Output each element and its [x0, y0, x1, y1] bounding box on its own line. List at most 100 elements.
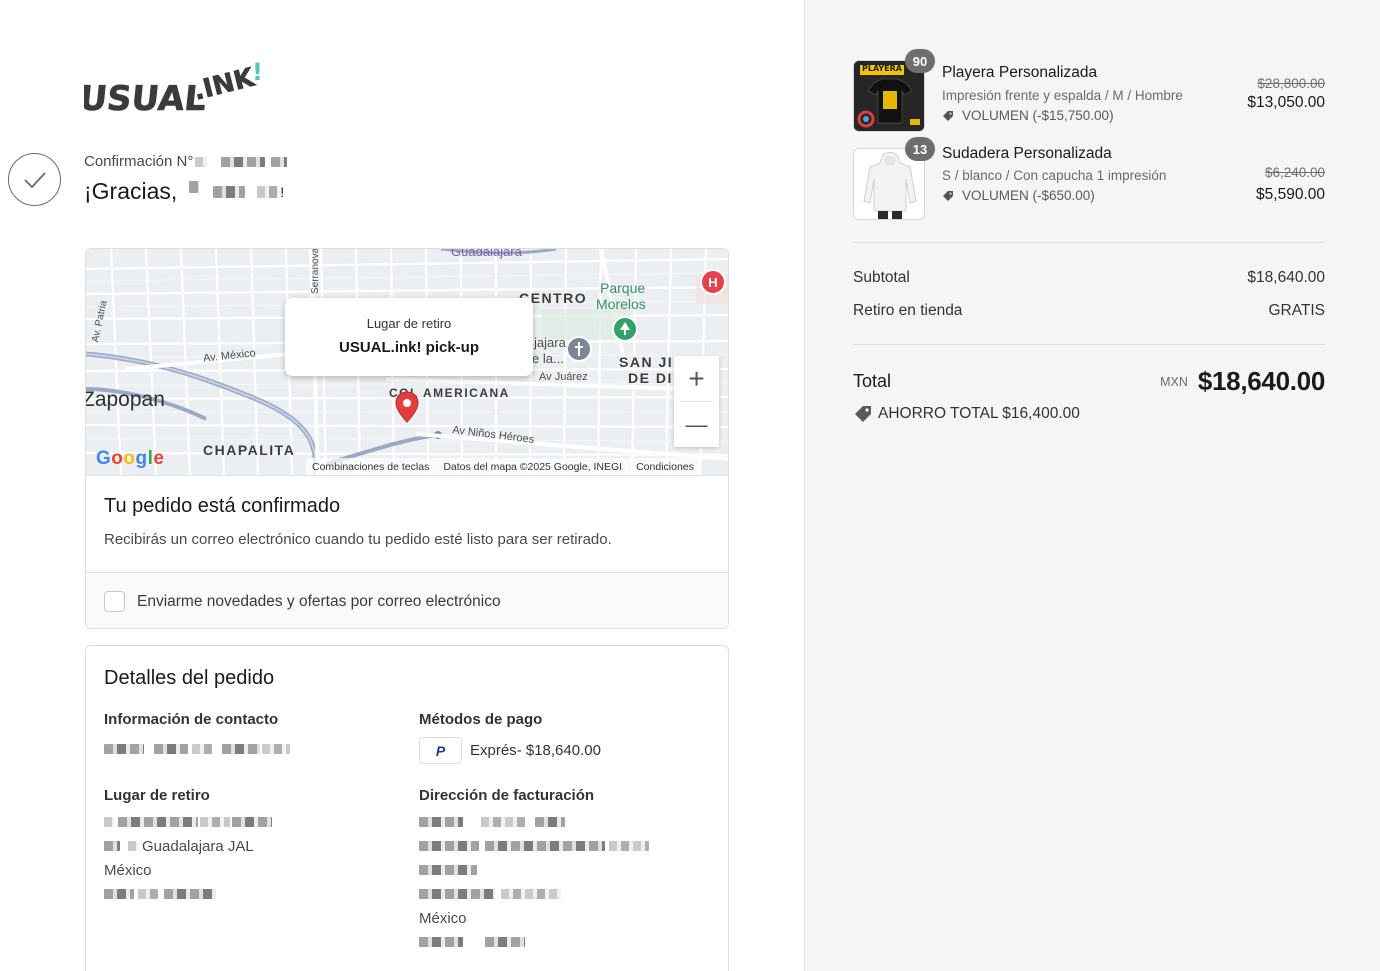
- pickup-address-line: [104, 810, 404, 834]
- subtotal-label: Subtotal: [853, 269, 910, 286]
- pickup-phone: [104, 882, 404, 906]
- product-discount: VOLUMEN (-$650.00): [942, 188, 1095, 203]
- confirmation-message: Tu pedido está confirmado Recibirás un c…: [86, 476, 728, 572]
- google-letter: G: [96, 448, 112, 469]
- redacted-text: [195, 156, 208, 167]
- svg-text:.INK: .INK: [190, 63, 258, 107]
- order-details-card: Detalles del pedido Información de conta…: [85, 645, 729, 971]
- newsletter-label[interactable]: Enviarme novedades y ofertas por correo …: [137, 593, 501, 611]
- map-label: Av Juárez: [539, 371, 588, 383]
- redacted-text: [138, 889, 158, 899]
- pickup-map[interactable]: Guadalajara Serranova Av. Patria CENTRO …: [86, 249, 728, 476]
- order-summary-sidebar: PLAYERA 90 Playera Personalizada Impresi…: [804, 0, 1380, 971]
- payment-amount: - $18,640.00: [516, 742, 601, 759]
- church-pin-icon[interactable]: [566, 336, 592, 362]
- savings-text: AHORRO TOTAL $16,400.00: [878, 405, 1080, 422]
- savings-tag-icon: [855, 406, 871, 422]
- map-label: Parque: [600, 280, 646, 296]
- total-savings: AHORRO TOTAL $16,400.00: [853, 404, 1080, 424]
- map-label: Guadalajara: [451, 249, 522, 259]
- pickup-heading: Lugar de retiro: [104, 787, 210, 804]
- redacted-text: [232, 817, 272, 827]
- redacted-text: [419, 937, 463, 947]
- hospital-pin-icon[interactable]: H: [700, 269, 726, 295]
- product-name: Playera Personalizada: [942, 64, 1098, 81]
- redacted-text: [118, 817, 198, 827]
- park-pin-icon[interactable]: [612, 316, 638, 342]
- discount-text: VOLUMEN (-$650.00): [962, 188, 1095, 203]
- redacted-text: [485, 841, 605, 851]
- redacted-text: [501, 889, 561, 899]
- total-amount-group: MXN $18,640.00: [1160, 366, 1325, 397]
- redacted-text: [104, 889, 134, 899]
- pickup-city-line: Guadalajara JAL: [104, 834, 404, 858]
- popup-place: USUAL.ink! pick-up: [338, 339, 479, 356]
- map-label: e la...: [532, 351, 564, 366]
- total-label: Total: [853, 371, 892, 391]
- contact-heading: Información de contacto: [104, 711, 279, 728]
- original-price: $28,800.00: [1257, 76, 1325, 91]
- product-discount: VOLUMEN (-$15,750.00): [942, 108, 1114, 123]
- map-data-attribution: Datos del mapa ©2025 Google, INEGI: [443, 460, 623, 473]
- discount-text: VOLUMEN (-$15,750.00): [962, 108, 1114, 123]
- google-letter: e: [153, 448, 165, 469]
- billing-country: México: [419, 909, 467, 927]
- google-letter: o: [111, 448, 124, 469]
- currency-code: MXN: [1160, 374, 1188, 389]
- newsletter-option[interactable]: Enviarme novedades y ofertas por correo …: [86, 572, 728, 628]
- pickup-info: Lugar de retiro Guadalajara JAL México: [104, 787, 404, 906]
- redacted-text: [154, 744, 188, 754]
- keyboard-shortcuts-link[interactable]: Combinaciones de teclas: [312, 461, 429, 473]
- shipping-row: Retiro en tienda GRATIS: [853, 302, 1325, 320]
- google-letter: g: [135, 448, 148, 469]
- item-price: $5,590.00: [1256, 186, 1325, 203]
- discount-tag-icon: [943, 110, 953, 121]
- redacted-text: [104, 841, 120, 851]
- item-price: $13,050.00: [1247, 94, 1325, 111]
- product-variant: S / blanco / Con capucha 1 impresión: [942, 168, 1167, 183]
- redacted-text: [213, 185, 246, 198]
- brand-logo[interactable]: USUAL .INK !: [77, 56, 274, 119]
- location-marker-icon[interactable]: [395, 391, 419, 423]
- payment-heading: Métodos de pago: [419, 711, 543, 728]
- confirmation-text: Recibirás un correo electrónico cuando t…: [104, 531, 612, 548]
- payment-method-name: Exprés: [470, 742, 517, 759]
- line-item: 13 Sudadera Personalizada S / blanco / C…: [853, 137, 1325, 222]
- map-label: Morelos: [596, 296, 646, 312]
- order-details-title: Detalles del pedido: [104, 667, 275, 689]
- redacted-text: [192, 744, 212, 754]
- zoom-controls: + —: [674, 356, 719, 447]
- google-letter: o: [123, 448, 136, 469]
- confirmation-card: Guadalajara Serranova Av. Patria CENTRO …: [85, 248, 729, 629]
- confirmation-number: Confirmación N°: [84, 153, 288, 170]
- subtotal-row: Subtotal $18,640.00: [853, 269, 1325, 287]
- redacted-text: [262, 744, 290, 754]
- thumbnail-label: PLAYERA: [862, 64, 902, 73]
- billing-name: [419, 810, 719, 834]
- map-label: Serranova: [310, 249, 321, 294]
- product-name: Sudadera Personalizada: [942, 145, 1112, 162]
- redacted-text: [419, 817, 463, 827]
- zoom-in-button[interactable]: +: [674, 356, 719, 401]
- product-variant: Impresión frente y espalda / M / Hombre: [942, 88, 1183, 103]
- newsletter-checkbox[interactable]: [104, 591, 125, 612]
- redacted-text: [419, 865, 477, 875]
- thank-you-heading: ¡Gracias, !: [84, 178, 284, 205]
- redacted-text: [104, 744, 144, 754]
- redacted-text: [419, 841, 479, 851]
- terms-link[interactable]: Condiciones: [636, 461, 694, 473]
- confirmation-label: Confirmación N°: [84, 153, 194, 170]
- success-check-icon: [8, 153, 61, 206]
- popup-title: Lugar de retiro: [366, 316, 452, 331]
- redacted-text: [189, 180, 200, 193]
- redacted-text: [609, 841, 649, 851]
- svg-text:!: !: [252, 58, 263, 86]
- discount-tag-icon: [943, 190, 953, 201]
- map-label: DE DI: [628, 370, 673, 386]
- zoom-out-button[interactable]: —: [674, 402, 719, 447]
- subtotal-value: $18,640.00: [1247, 269, 1325, 286]
- redacted-text: [200, 817, 230, 827]
- total-row: Total MXN $18,640.00: [853, 366, 1325, 397]
- quantity-badge: 90: [905, 49, 935, 73]
- redacted-text: [104, 817, 114, 827]
